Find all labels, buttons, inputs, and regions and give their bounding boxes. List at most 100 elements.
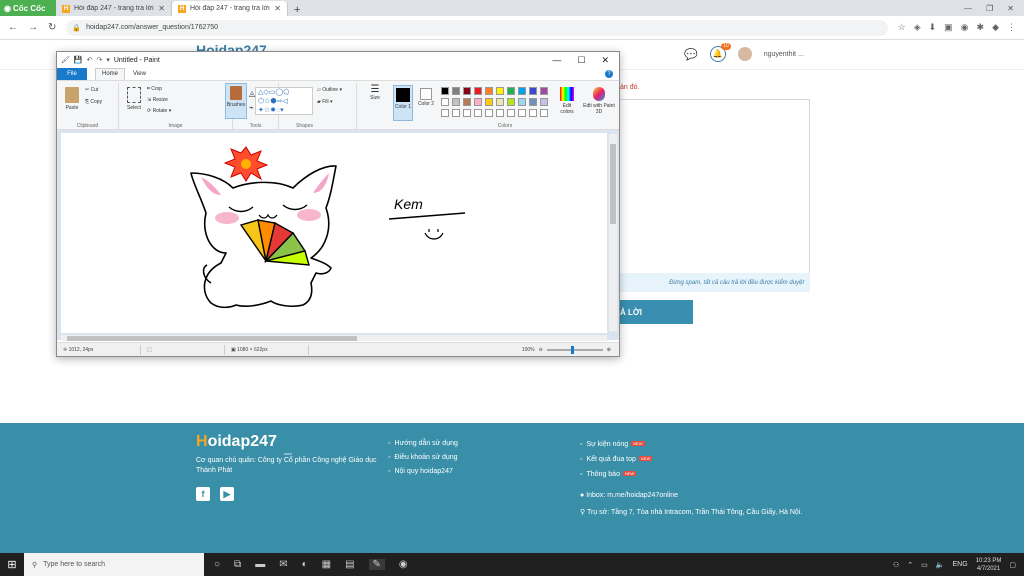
custom-color-swatch[interactable] [507, 109, 515, 117]
footer-link[interactable]: ◦ Điều khoản sử dụng [388, 451, 458, 465]
browser-tab-1[interactable]: H Hỏi đáp 247 - trang tra lời ✕ [56, 1, 172, 16]
cortana-icon[interactable]: ○ [214, 559, 220, 570]
color-swatch[interactable] [463, 98, 471, 106]
color-swatch[interactable] [529, 87, 537, 95]
color-swatch[interactable] [529, 98, 537, 106]
submit-answer-button[interactable]: Ả LỜI [610, 300, 693, 324]
coccoc-taskbar-icon[interactable]: ◉ [399, 559, 408, 570]
youtube-icon[interactable]: ▶ [220, 487, 234, 501]
color-swatch[interactable] [540, 98, 548, 106]
save-icon[interactable]: 💾 [74, 56, 83, 64]
color1-button[interactable]: Color 1 [393, 85, 413, 121]
tab-home[interactable]: Home [95, 68, 126, 80]
inbox-link[interactable]: ● Inbox: m.me/hoidap247online [580, 490, 830, 501]
people-icon[interactable]: ⚇ [893, 561, 899, 569]
resize-button[interactable]: ⇲ Resize [147, 97, 168, 103]
maximize-icon[interactable]: ☐ [577, 55, 585, 66]
color-swatch[interactable] [496, 98, 504, 106]
tab-file[interactable]: File [57, 68, 87, 80]
close-tab-icon[interactable]: ✕ [158, 4, 165, 13]
bell-icon[interactable]: 🔔 10 [709, 43, 731, 62]
footer-link[interactable]: ◦ Hướng dẫn sử dụng [388, 437, 458, 451]
custom-color-swatch[interactable] [485, 109, 493, 117]
custom-color-swatch[interactable] [441, 109, 449, 117]
color-swatch[interactable] [474, 98, 482, 106]
star-icon[interactable]: ☆ [898, 22, 906, 33]
edit-paint3d-button[interactable]: Edit with Paint 3D [583, 87, 615, 115]
task-view-icon[interactable]: ⧉ [234, 559, 241, 570]
footer-link[interactable]: ◦ Sự kiện nóng NEW [580, 437, 652, 452]
volume-icon[interactable]: 🔈 [936, 561, 945, 569]
footer-link[interactable]: ◦ Kết quả đua top NEW [580, 452, 653, 467]
chat-icon[interactable]: 💬 [684, 48, 698, 61]
color-swatch[interactable] [518, 87, 526, 95]
new-tab-button[interactable]: + [288, 4, 306, 16]
close-icon[interactable]: ✕ [601, 55, 609, 66]
tab-view[interactable]: View [133, 71, 146, 77]
color-swatch[interactable] [474, 87, 482, 95]
color-swatch[interactable] [485, 87, 493, 95]
taskbar-search[interactable]: ⚲ Type here to search [24, 553, 204, 576]
language-indicator[interactable]: ENG [953, 561, 968, 568]
edit-colors-button[interactable]: Edit colors [557, 87, 577, 115]
close-icon[interactable]: ✕ [1007, 4, 1014, 13]
shape-gallery[interactable]: △◇▭◯⬠ ⬡☆⬢⇨◁ ✦☆✸◌▾ [255, 87, 313, 115]
browser-tab-2[interactable]: H Hỏi đáp 247 - trang tra lời ✕ [172, 1, 288, 16]
download-icon[interactable]: ⬇ [929, 22, 937, 33]
redo-icon[interactable]: ↷ [96, 56, 102, 64]
restore-icon[interactable]: ❐ [986, 4, 993, 13]
custom-color-swatch[interactable] [474, 109, 482, 117]
custom-color-swatch[interactable] [518, 109, 526, 117]
color2-button[interactable]: Color 2 [417, 87, 435, 107]
avatar[interactable] [737, 47, 752, 61]
color-swatch[interactable] [518, 98, 526, 106]
minimize-icon[interactable]: — [964, 4, 972, 13]
extension-icon[interactable]: ▣ [944, 22, 953, 33]
facebook-icon[interactable]: f [196, 487, 210, 501]
reload-icon[interactable]: ↻ [48, 22, 56, 33]
color-swatch[interactable] [441, 98, 449, 106]
footer-link[interactable]: ◦ Thông báo NEW [580, 467, 652, 482]
color-swatch[interactable] [485, 98, 493, 106]
chevron-up-icon[interactable]: ⌃ [907, 561, 913, 569]
store-icon[interactable]: ▦ [322, 559, 331, 570]
paste-button[interactable]: Paste [61, 87, 83, 111]
zoom-in-icon[interactable]: ⊕ [607, 347, 611, 353]
customize-dropdown-icon[interactable]: ▾ [106, 56, 110, 64]
vertical-scrollbar[interactable] [609, 134, 617, 331]
custom-color-swatch[interactable] [452, 109, 460, 117]
paint-taskbar-icon[interactable]: ✎ [368, 559, 385, 570]
custom-color-swatch[interactable] [496, 109, 504, 117]
copy-button[interactable]: ⎘ Copy [85, 99, 102, 105]
shield-icon[interactable]: ◈ [914, 22, 921, 33]
color-swatch[interactable] [507, 98, 515, 106]
file-explorer-icon[interactable]: ▬ [255, 559, 265, 570]
windows-start-icon[interactable]: ⊞ [0, 558, 24, 571]
edge-icon[interactable]: ◐ [302, 559, 308, 570]
color-swatch[interactable] [441, 87, 449, 95]
fill-dropdown[interactable]: ▰ Fill ▾ [317, 99, 333, 105]
rotate-button[interactable]: ⟳ Rotate ▾ [147, 108, 171, 114]
custom-color-swatch[interactable] [463, 109, 471, 117]
color-swatch[interactable] [452, 98, 460, 106]
footer-logo[interactable]: Hoidap247 [196, 433, 277, 451]
horizontal-scrollbar[interactable] [61, 335, 607, 341]
brushes-button[interactable]: Brushes [225, 83, 247, 119]
extension-icon[interactable]: ◆ [992, 22, 999, 33]
notification-icon[interactable]: ▢ [1009, 561, 1016, 569]
network-icon[interactable]: ▭ [921, 561, 928, 569]
url-field[interactable]: 🔒 hoidap247.com/answer_question/1762750 [66, 19, 888, 36]
browser-brand[interactable]: ◉ Cốc Cốc [0, 0, 56, 16]
close-tab-icon[interactable]: ✕ [274, 4, 281, 13]
color-swatch[interactable] [496, 87, 504, 95]
app-icon[interactable]: ▤ [345, 559, 354, 570]
paint-titlebar[interactable]: 🖌 💾 ↶ ↷ ▾ Untitled - Paint — ☐ ✕ [57, 52, 619, 68]
select-button[interactable]: Select [123, 87, 145, 111]
footer-link[interactable]: ◦ Nội quy hoidap247 [388, 465, 458, 479]
zoom-slider[interactable] [546, 345, 603, 354]
color-swatch[interactable] [507, 87, 515, 95]
username[interactable]: nguyenthit ... [764, 51, 804, 58]
color-swatch[interactable] [463, 87, 471, 95]
menu-icon[interactable]: ⋮ [1007, 22, 1016, 33]
color-swatch[interactable] [540, 87, 548, 95]
